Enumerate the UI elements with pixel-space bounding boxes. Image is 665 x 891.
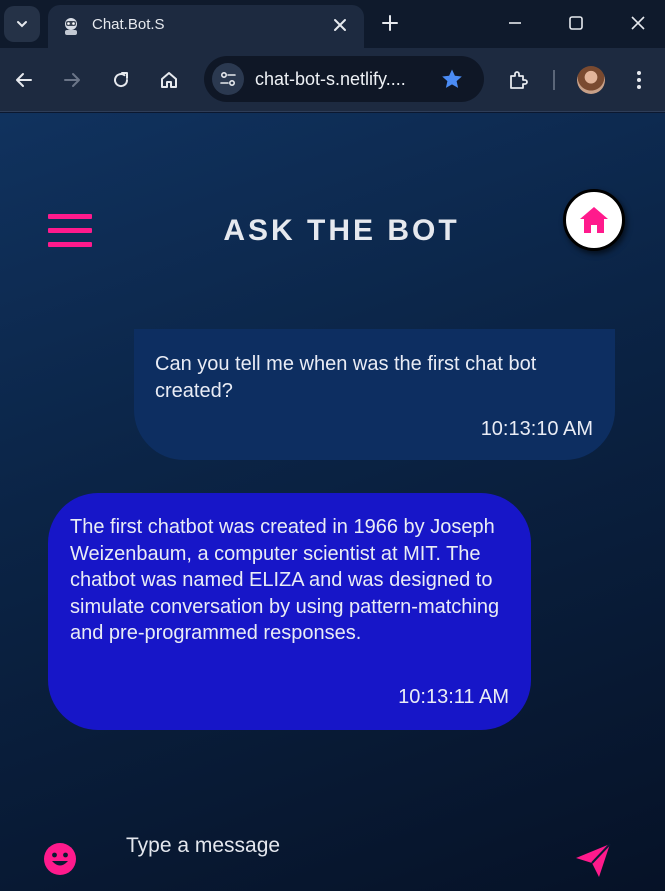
- hamburger-menu-icon: [48, 214, 92, 219]
- puzzle-icon: [510, 71, 528, 89]
- browser-tabstrip: Chat.Bot.S: [0, 0, 665, 48]
- reload-button[interactable]: [109, 68, 133, 92]
- emoji-button[interactable]: [43, 842, 77, 876]
- chevron-down-icon: [17, 21, 27, 28]
- new-tab-button[interactable]: [377, 10, 403, 36]
- message-text: The first chatbot was created in 1966 by…: [70, 516, 500, 644]
- message-timestamp: 10:13:11 AM: [398, 686, 509, 708]
- browser-menu-button[interactable]: [627, 68, 651, 92]
- reload-icon: [114, 72, 129, 88]
- home-icon: [161, 72, 177, 88]
- send-button[interactable]: [574, 841, 612, 879]
- toolbar-separator: [553, 70, 555, 90]
- browser-toolbar: chat-bot-s.netlify....: [0, 48, 665, 112]
- close-icon: [334, 19, 346, 31]
- arrow-left-icon: [16, 73, 32, 87]
- forward-button[interactable]: [60, 68, 84, 92]
- site-info-button[interactable]: [212, 63, 244, 95]
- kebab-menu-icon: [637, 71, 641, 89]
- home-page-button[interactable]: [563, 189, 625, 251]
- address-bar[interactable]: chat-bot-s.netlify....: [204, 56, 484, 102]
- back-button[interactable]: [12, 68, 36, 92]
- bot-message-bubble: The first chatbot was created in 1966 by…: [48, 493, 531, 730]
- maximize-button[interactable]: [564, 11, 588, 35]
- message-timestamp: 10:13:10 AM: [480, 418, 593, 440]
- window-close-button[interactable]: [626, 11, 650, 35]
- tab-close-button[interactable]: [330, 15, 350, 35]
- plus-icon: [382, 15, 398, 31]
- profile-avatar[interactable]: [577, 66, 605, 94]
- browser-tab[interactable]: Chat.Bot.S: [48, 5, 364, 48]
- tune-icon: [220, 71, 236, 87]
- maximize-icon: [569, 16, 583, 30]
- star-icon: [442, 69, 462, 88]
- message-input[interactable]: [126, 828, 546, 864]
- minimize-icon: [509, 22, 521, 24]
- user-message-bubble: Can you tell me when was the first chat …: [134, 329, 615, 460]
- bookmark-star-button[interactable]: [440, 67, 464, 91]
- extensions-button[interactable]: [506, 68, 530, 92]
- tab-search-button[interactable]: [4, 6, 40, 42]
- smiley-icon: [44, 843, 76, 875]
- minimize-button[interactable]: [503, 11, 527, 35]
- send-icon: [576, 843, 611, 877]
- page-title: ASK THE BOT: [223, 214, 460, 247]
- hamburger-menu-icon: [48, 228, 92, 233]
- close-icon: [631, 16, 645, 30]
- message-text: Can you tell me when was the first chat …: [155, 353, 537, 402]
- url-text: chat-bot-s.netlify....: [255, 69, 406, 89]
- arrow-right-icon: [64, 73, 80, 87]
- chat-page: ASK THE BOT Can you tell me when was the…: [0, 113, 665, 891]
- hamburger-menu-button[interactable]: [48, 214, 92, 248]
- home-icon: [580, 207, 608, 233]
- tab-title: Chat.Bot.S: [92, 16, 165, 33]
- home-button[interactable]: [157, 68, 181, 92]
- robot-favicon-icon: [65, 18, 77, 35]
- hamburger-menu-icon: [48, 242, 92, 247]
